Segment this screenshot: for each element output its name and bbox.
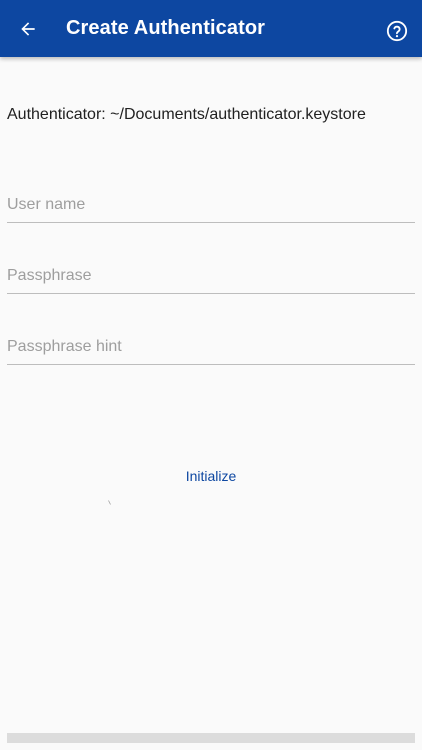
passphrase-hint-field [7, 329, 415, 365]
passphrase-input[interactable] [7, 258, 415, 293]
artifact-mark [108, 500, 111, 505]
help-circle-icon [386, 20, 408, 42]
passphrase-hint-input[interactable] [7, 329, 415, 364]
user-name-field [7, 187, 415, 223]
create-authenticator-screen: Create Authenticator Authenticator: ~/Do… [0, 0, 422, 750]
app-bar: Create Authenticator [0, 0, 422, 57]
user-name-input[interactable] [7, 187, 415, 222]
back-button[interactable] [12, 13, 44, 45]
authenticator-path-label: Authenticator: ~/Documents/authenticator… [7, 106, 366, 123]
passphrase-field [7, 258, 415, 294]
page-title: Create Authenticator [66, 17, 266, 39]
help-button[interactable] [386, 20, 408, 42]
bottom-scroll-bar[interactable] [7, 733, 415, 743]
initialize-button-row: Initialize [0, 466, 422, 486]
initialize-button[interactable]: Initialize [180, 466, 243, 486]
arrow-left-icon [21, 22, 35, 36]
